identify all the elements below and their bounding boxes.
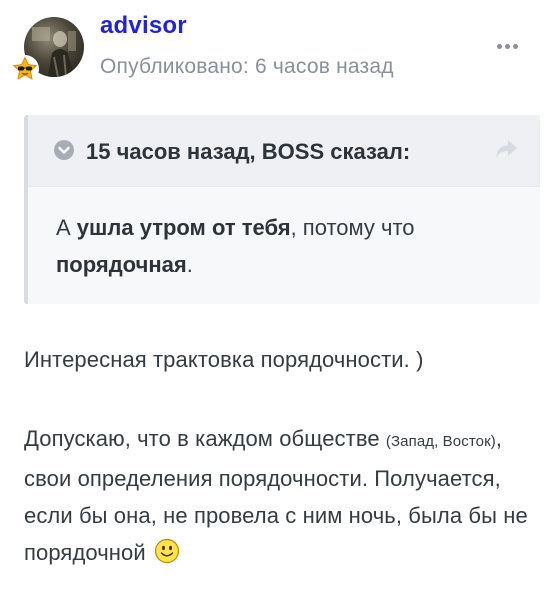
share-arrow-icon[interactable] xyxy=(493,137,519,161)
comment-paragraph: Допускаю, что в каждом обществе (Запад, … xyxy=(24,426,528,565)
more-options-icon[interactable] xyxy=(497,40,523,52)
quote-emphasis: порядочная xyxy=(56,252,187,277)
quote-emphasis: ушла утром от тебя xyxy=(76,215,291,240)
quote-block: 15 часов назад, BOSS сказал: А ушла утро… xyxy=(24,115,540,304)
dot xyxy=(505,43,510,49)
published-time: Опубликовано: 6 часов назад xyxy=(100,55,394,78)
chevron-down-circle-icon[interactable] xyxy=(53,139,75,161)
author-name[interactable]: advisor xyxy=(100,12,187,40)
dot xyxy=(497,43,502,49)
post-header: advisor Опубликовано: 6 часов назад xyxy=(0,0,555,100)
quote-text: А ушла утром от тебя, потому что порядоч… xyxy=(56,215,415,277)
sunglasses-star-icon xyxy=(11,55,39,83)
dot xyxy=(513,43,518,49)
comment-paragraph: Интересная трактовка порядочности. ) xyxy=(24,347,424,372)
small-text: (Запад, Восток) xyxy=(385,433,496,450)
quote-citation: 15 часов назад, BOSS сказал: xyxy=(86,139,411,164)
quote-header: 15 часов назад, BOSS сказал: xyxy=(28,115,540,187)
smiley-icon xyxy=(154,538,180,564)
